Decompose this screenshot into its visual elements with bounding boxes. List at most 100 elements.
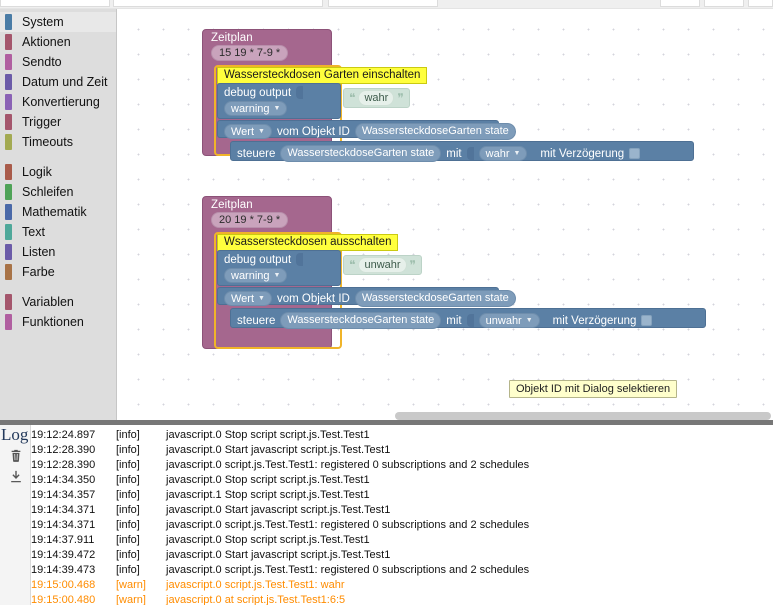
severity-dropdown[interactable]: warning ▼ [224,101,288,116]
download-icon[interactable] [9,470,23,484]
log-rows[interactable]: 19:12:24.897 [info] javascript.0 Stop scri… [31,428,773,605]
category-color-swatch [5,34,12,50]
log-level: [info] [116,549,140,561]
log-row[interactable]: 19:14:34.357 [info] javascript.1 Stop scri… [31,488,773,503]
blockly-toolbox[interactable]: System Aktionen Sendto Datum und Zeit Konver… [0,9,117,420]
category-color-swatch [5,114,12,130]
value-type-dropdown[interactable]: Wert ▼ [224,291,272,306]
text-string-block-on[interactable]: ❝ wahr ❞ [343,88,410,108]
severity-dropdown[interactable]: warning ▼ [224,268,288,283]
control-object-id-field[interactable]: WassersteckdoseGarten state [280,312,442,329]
log-message: javascript.0 Stop script script.js.Test.… [166,429,370,441]
get-value-row: Wert ▼ vom Objekt ID WassersteckdoseGart… [218,288,516,309]
toolbar-chip-3[interactable] [660,0,700,7]
toolbox-category-label: Datum und Zeit [22,75,108,89]
control-object-block-off[interactable]: steuere WassersteckdoseGarten state mit … [230,308,706,329]
toolbar-chip-2[interactable] [328,0,438,7]
quote-open-icon: ❝ [349,258,356,272]
toolbox-category-sendto[interactable]: Sendto [0,52,116,72]
chevron-down-icon: ▼ [513,150,521,157]
delay-checkbox[interactable] [641,315,653,326]
control-value-dropdown[interactable]: unwahr ▼ [478,313,540,328]
log-level: [info] [116,429,140,441]
toolbox-category-trigger[interactable]: Trigger [0,112,116,132]
debug-output-block-on[interactable]: debug output warning ▼ [217,83,341,119]
control-object-block-on[interactable]: steuere WassersteckdoseGarten state mit … [230,141,694,164]
object-id-field[interactable]: WassersteckdoseGarten state [354,290,516,307]
value-type-dropdown[interactable]: Wert ▼ [224,124,272,139]
log-row[interactable]: 19:14:34.371 [info] javascript.0 script.js… [31,518,773,533]
log-row[interactable]: 19:14:39.472 [info] javascript.0 Start jav… [31,548,773,563]
category-color-swatch [5,294,12,310]
object-id-label: vom Objekt ID [276,292,350,305]
log-row[interactable]: 19:15:00.480 [warn] javascript.0 at script… [31,593,773,605]
log-row[interactable]: 19:15:00.468 [warn] javascript.0 script.js… [31,578,773,593]
get-object-value-block-on[interactable]: Wert ▼ vom Objekt ID WassersteckdoseGart… [217,120,516,140]
string-value[interactable]: unwahr [358,257,407,273]
category-color-swatch [5,184,12,200]
log-row[interactable]: 19:12:28.390 [info] javascript.0 Start jav… [31,443,773,458]
toolbox-category-label: Trigger [22,115,62,129]
severity-value: warning [231,269,270,282]
toolbox-category-funktionen[interactable]: Funktionen [0,312,116,332]
object-id-label: vom Objekt ID [276,125,350,138]
control-object-id-field[interactable]: WassersteckdoseGarten state [280,145,442,162]
block-comment-on[interactable]: Wassersteckdosen Garten einschalten [217,67,428,84]
delay-label: mit Verzögerung [540,147,625,160]
toolbox-category-logik[interactable]: Logik [0,162,116,182]
get-object-value-block-off[interactable]: Wert ▼ vom Objekt ID WassersteckdoseGart… [217,287,516,307]
log-timestamp: 19:14:34.357 [31,489,96,501]
toolbox-category-schleifen[interactable]: Schleifen [0,182,116,202]
toolbar-chip-1[interactable] [113,0,323,7]
toolbox-category-text[interactable]: Text [0,222,116,242]
delay-checkbox[interactable] [629,148,641,159]
toolbar-chip-0[interactable] [0,0,110,7]
cron-field[interactable]: 20 19 * 7-9 * [211,212,289,228]
log-row[interactable]: 19:14:34.350 [info] javascript.0 Stop scri… [31,473,773,488]
log-row[interactable]: 19:12:28.390 [info] javascript.0 script.js… [31,458,773,473]
control-value: wahr [485,147,510,160]
toolbox-category-system[interactable]: System [0,12,116,32]
log-message: javascript.0 script.js.Test.Test1: regis… [166,564,530,576]
delay-label: mit Verzögerung [552,314,637,327]
hscrollbar-thumb[interactable] [395,412,771,420]
toolbox-category-listen[interactable]: Listen [0,242,116,262]
toolbar-chip-5[interactable] [748,0,773,7]
toolbox-category-aktionen[interactable]: Aktionen [0,32,116,52]
trash-icon[interactable] [9,449,23,463]
toolbox-category-timeouts[interactable]: Timeouts [0,132,116,152]
category-color-swatch [5,204,12,220]
toolbox-category-mathematik[interactable]: Mathematik [0,202,116,222]
control-value-dropdown[interactable]: wahr ▼ [478,146,528,161]
value-socket-icon [296,253,304,266]
toolbox-category-farbe[interactable]: Farbe [0,262,116,282]
toolbox-category-label: Listen [22,245,56,259]
toolbox-category-variablen[interactable]: Variablen [0,292,116,312]
toolbox-category-konvertierung[interactable]: Konvertierung [0,92,116,112]
blockly-workspace-canvas[interactable]: Zeitplan 15 19 * 7-9 * Wassersteckdosen … [118,9,773,411]
control-value: unwahr [485,314,522,327]
log-timestamp: 19:14:39.473 [31,564,96,576]
toolbox-category-label: Timeouts [22,135,73,149]
cron-field[interactable]: 15 19 * 7-9 * [211,45,289,61]
log-message: javascript.0 script.js.Test.Test1: regis… [166,519,530,531]
log-row[interactable]: 19:14:34.371 [info] javascript.0 Start jav… [31,503,773,518]
log-row[interactable]: 19:12:24.897 [info] javascript.0 Stop scri… [31,428,773,443]
log-row[interactable]: 19:14:39.473 [info] javascript.0 script.js… [31,563,773,578]
object-id-field[interactable]: WassersteckdoseGarten state [354,123,516,140]
toolbox-category-label: Schleifen [22,185,74,199]
toolbox-category-datum-und-zeit[interactable]: Datum und Zeit [0,72,116,92]
value-socket-icon [296,86,304,99]
control-label: steuere [237,147,276,160]
debug-output-block-off[interactable]: debug output warning ▼ [217,250,341,286]
text-string-block-off[interactable]: ❝ unwahr ❞ [343,255,423,275]
toolbox-category-label: Logik [22,165,52,179]
log-row[interactable]: 19:14:37.911 [info] javascript.0 Stop scri… [31,533,773,548]
schedule-label: Zeitplan [211,32,253,44]
control-row: steuere WassersteckdoseGarten state mit … [231,142,693,164]
block-comment-off[interactable]: Wsassersteckdosen ausschalten [217,234,399,251]
string-value[interactable]: wahr [358,90,395,106]
toolbar-chip-4[interactable] [704,0,744,7]
workspace-hscrollbar[interactable] [118,411,773,420]
toolbox-category-label: Text [22,225,45,239]
